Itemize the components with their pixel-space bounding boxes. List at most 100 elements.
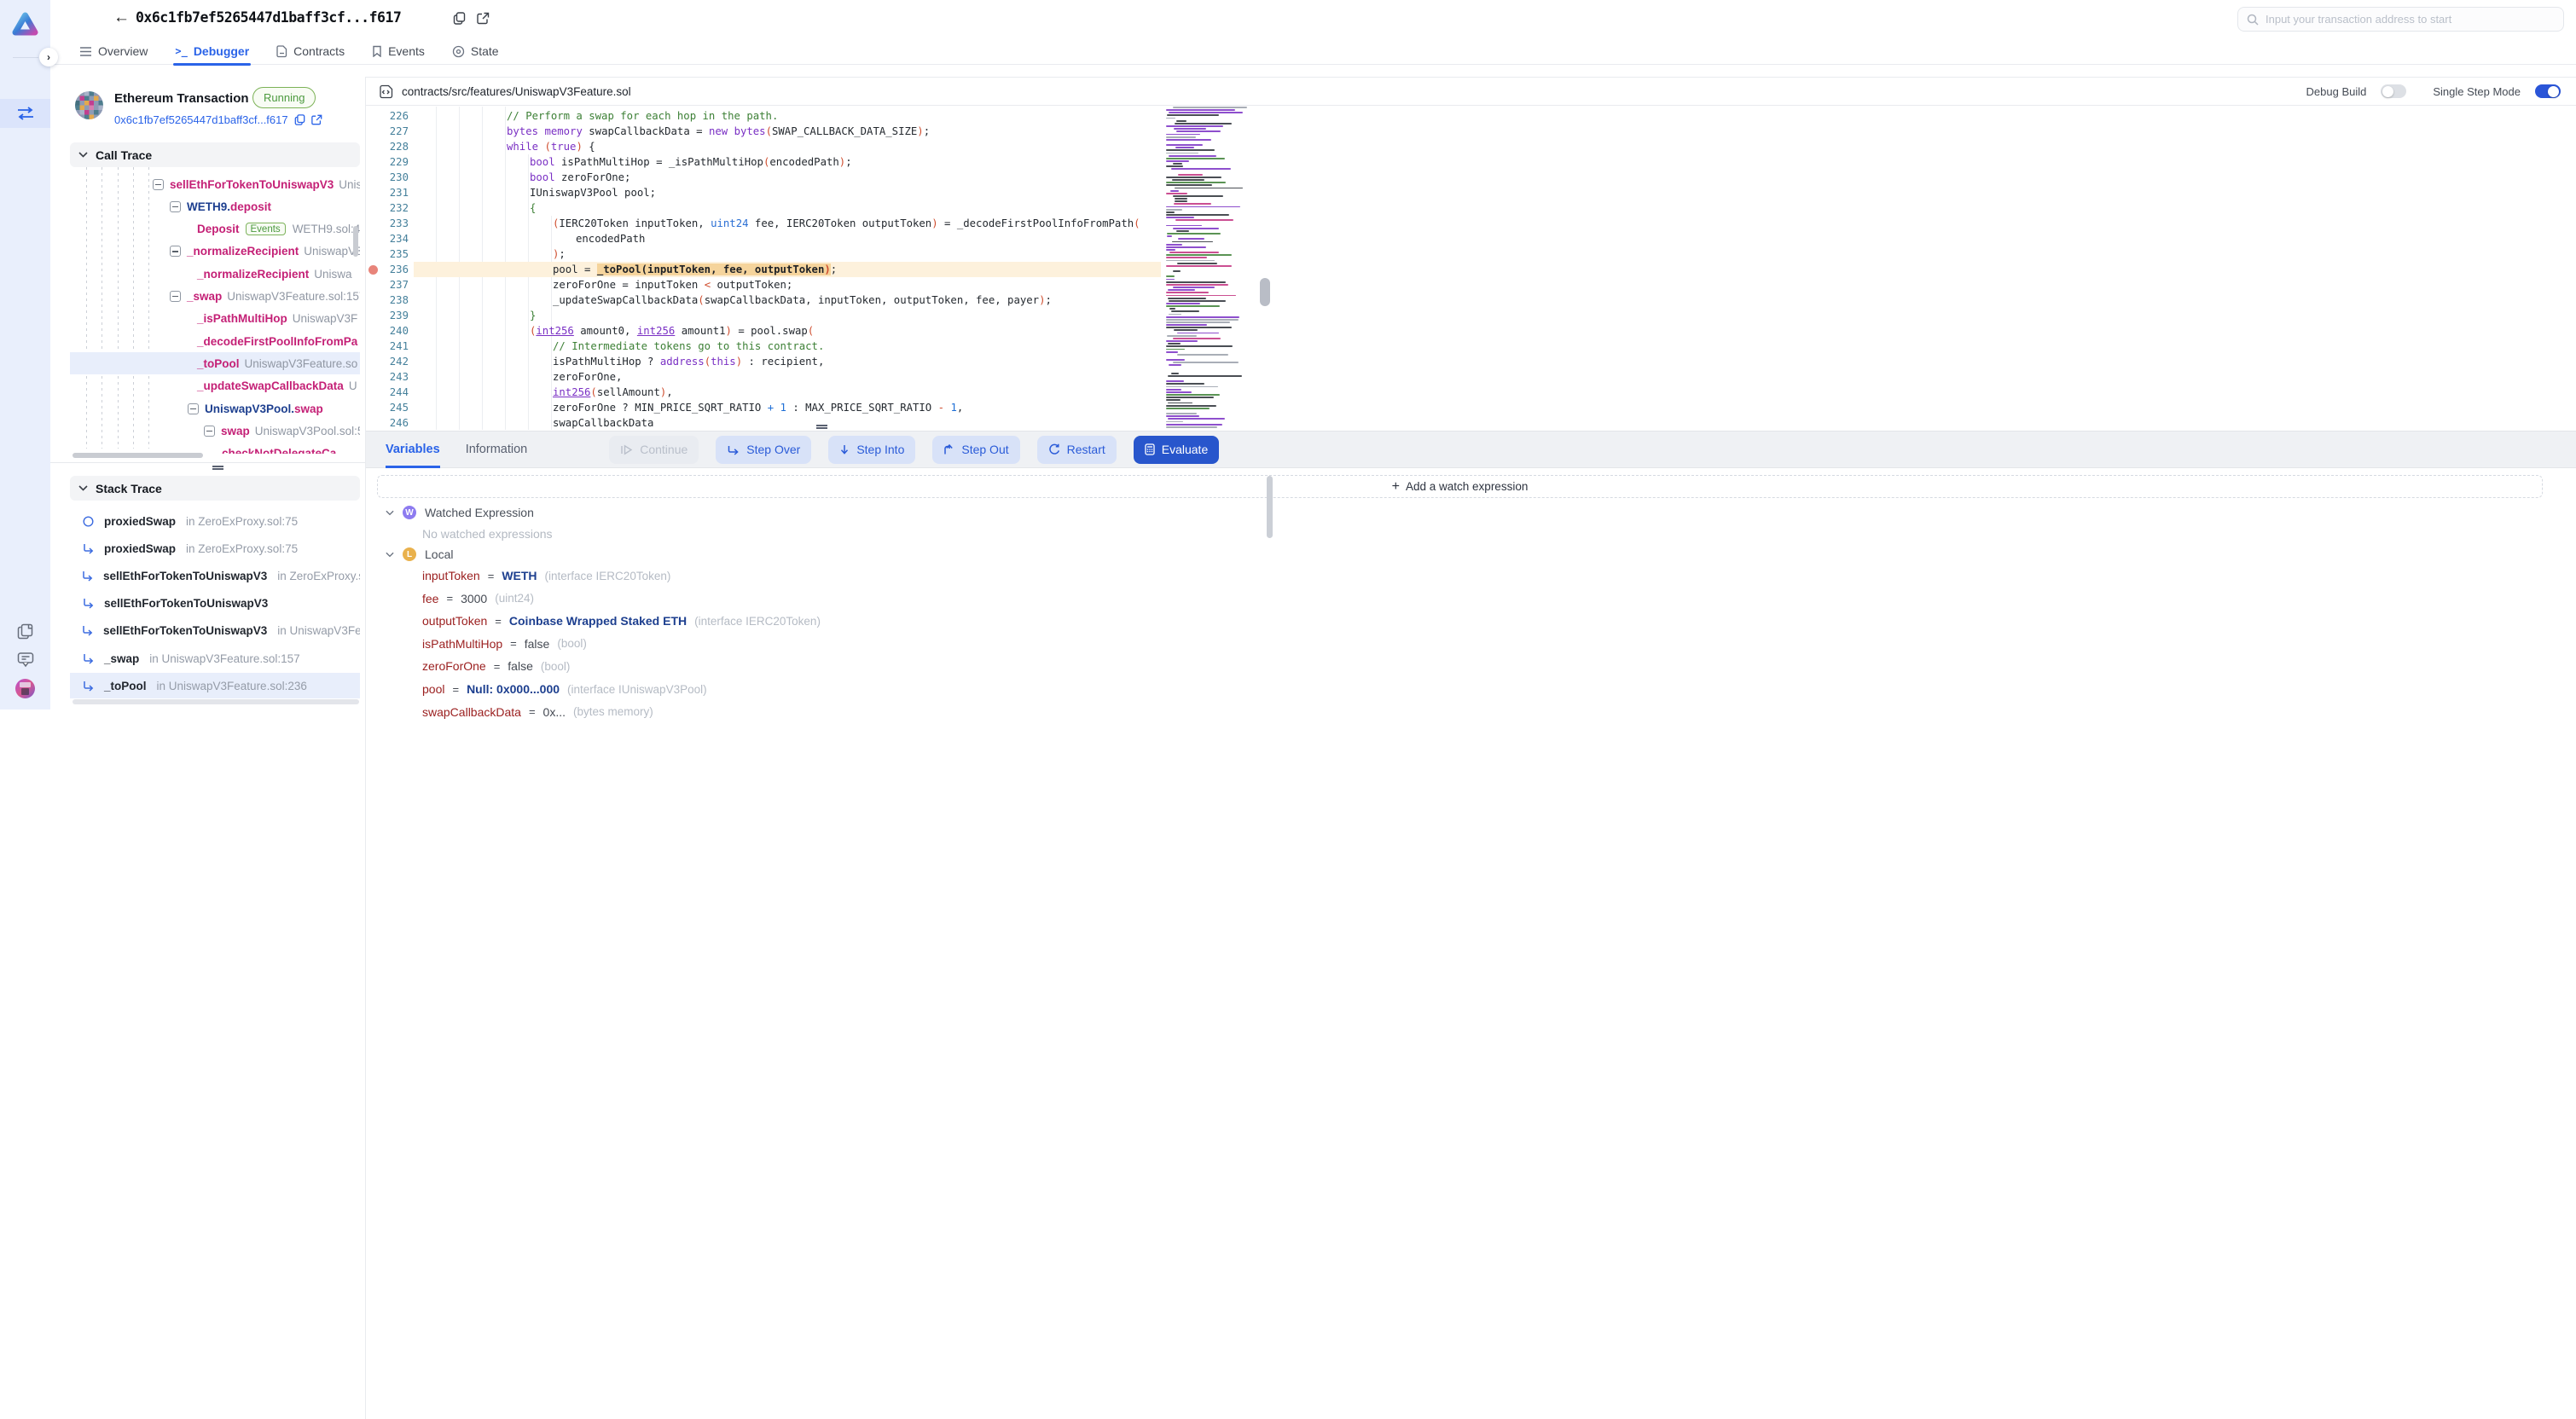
line-number[interactable]: 227 <box>366 124 409 139</box>
call-trace-row[interactable]: _normalizeRecipientUniswa <box>70 263 360 285</box>
copy-icon[interactable] <box>453 12 466 29</box>
search-input[interactable]: Input your transaction address to start <box>2237 7 2564 32</box>
call-trace-row[interactable]: WETH9.deposit <box>70 195 360 217</box>
resize-handle[interactable] <box>816 425 827 429</box>
line-number[interactable]: 230 <box>366 170 409 185</box>
collapse-icon[interactable] <box>188 403 199 414</box>
rail-item-transactions[interactable] <box>0 99 50 128</box>
variable-row[interactable]: isPathMultiHop=false(bool) <box>422 634 587 653</box>
line-number[interactable]: 235 <box>366 246 409 262</box>
call-trace-row[interactable]: checkNotDelegateCa <box>70 443 360 454</box>
tab-debugger[interactable]: >_Debugger <box>175 38 249 65</box>
call-trace-vscrollbar[interactable] <box>353 226 358 257</box>
code-line[interactable]: 244int256(sellAmount), <box>366 385 2576 400</box>
collapse-icon[interactable] <box>153 179 164 190</box>
line-number[interactable]: 245 <box>366 400 409 415</box>
collapse-icon[interactable] <box>170 201 181 212</box>
code-line[interactable]: 239} <box>366 308 2576 323</box>
code-line[interactable]: 235); <box>366 246 2576 262</box>
breakpoint-dot[interactable] <box>368 265 378 275</box>
stack-trace-row[interactable]: sellEthForTokenToUniswapV3in UniswapV3Fe… <box>70 618 360 644</box>
copy-icon[interactable] <box>294 114 305 125</box>
resize-handle[interactable] <box>212 466 223 470</box>
line-number[interactable]: 233 <box>366 216 409 231</box>
stack-trace-header[interactable]: Stack Trace <box>70 476 360 501</box>
call-trace-row[interactable]: swapUniswapV3Pool.sol:5 <box>70 420 360 442</box>
code-line[interactable]: 237zeroForOne = inputToken < outputToken… <box>366 277 2576 292</box>
collapse-icon[interactable] <box>204 426 215 437</box>
code-line[interactable]: 230bool zeroForOne; <box>366 170 2576 185</box>
call-trace-row[interactable]: _updateSwapCallbackDataU <box>70 375 360 397</box>
line-number[interactable]: 226 <box>366 108 409 124</box>
line-number[interactable]: 238 <box>366 292 409 308</box>
code-line[interactable]: 241// Intermediate tokens go to this con… <box>366 339 2576 354</box>
continue-button[interactable]: Continue <box>609 436 699 464</box>
line-number[interactable]: 228 <box>366 139 409 154</box>
stack-trace-row[interactable]: _toPoolin UniswapV3Feature.sol:236 <box>70 673 360 698</box>
line-number[interactable]: 242 <box>366 354 409 369</box>
step-out-button[interactable]: Step Out <box>932 436 1019 464</box>
code-line[interactable]: 243zeroForOne, <box>366 369 2576 385</box>
tab-overview[interactable]: Overview <box>79 38 148 65</box>
stack-trace-row[interactable]: proxiedSwapin ZeroExProxy.sol:75 <box>70 536 360 561</box>
user-avatar[interactable] <box>0 679 50 698</box>
line-number[interactable]: 241 <box>366 339 409 354</box>
code-line[interactable]: 242isPathMultiHop ? address(this) : reci… <box>366 354 2576 369</box>
code-line[interactable]: 233(IERC20Token inputToken, uint24 fee, … <box>366 216 2576 231</box>
code-line[interactable]: 227bytes memory swapCallbackData = new b… <box>366 124 2576 139</box>
code-line[interactable]: 232{ <box>366 200 2576 216</box>
tab-contracts[interactable]: Contracts <box>276 38 345 65</box>
single-step-toggle[interactable] <box>2535 84 2561 98</box>
variable-row[interactable]: swapCallbackData=0x...(bytes memory) <box>422 703 653 721</box>
line-number[interactable]: 246 <box>366 415 409 430</box>
back-button[interactable]: ← <box>113 9 130 27</box>
collapse-icon[interactable] <box>170 291 181 302</box>
code-line[interactable]: 228while (true) { <box>366 139 2576 154</box>
call-trace-header[interactable]: Call Trace <box>70 142 360 167</box>
add-watch-expression[interactable]: + Add a watch expression <box>377 475 2543 498</box>
line-number[interactable]: 243 <box>366 369 409 385</box>
variable-value[interactable]: Coinbase Wrapped Staked ETH <box>509 614 687 628</box>
transaction-address-link[interactable]: 0x6c1fb7ef5265447d1baff3cf...f617 <box>114 113 322 126</box>
section-local[interactable]: LLocal <box>386 545 453 564</box>
sidebar-expand-button[interactable]: › <box>39 48 58 67</box>
code-line[interactable]: 238_updateSwapCallbackData(swapCallbackD… <box>366 292 2576 308</box>
code-line[interactable]: 226// Perform a swap for each hop in the… <box>366 108 2576 124</box>
line-number[interactable]: 244 <box>366 385 409 400</box>
stack-trace-row[interactable]: proxiedSwapin ZeroExProxy.sol:75 <box>70 508 360 534</box>
code-vscrollbar[interactable] <box>1260 278 1270 306</box>
line-number[interactable]: 240 <box>366 323 409 339</box>
variables-vscrollbar[interactable] <box>1267 476 1273 538</box>
collapse-icon[interactable] <box>170 246 181 257</box>
code-line[interactable]: 246swapCallbackData <box>366 415 2576 430</box>
code-line[interactable]: 236pool = _toPool(inputToken, fee, outpu… <box>366 262 2576 277</box>
stack-trace-row[interactable]: sellEthForTokenToUniswapV3in ZeroExProxy… <box>70 563 360 588</box>
code-line[interactable]: 229bool isPathMultiHop = _isPathMultiHop… <box>366 154 2576 170</box>
line-number[interactable]: 232 <box>366 200 409 216</box>
stack-trace-scrollbar[interactable] <box>73 699 359 704</box>
tab-variables[interactable]: Variables <box>386 431 440 468</box>
code-line[interactable]: 240(int256 amount0, int256 amount1) = po… <box>366 323 2576 339</box>
call-trace-row[interactable]: _isPathMultiHopUniswapV3F <box>70 308 360 330</box>
stack-trace-row[interactable]: _swapin UniswapV3Feature.sol:157 <box>70 646 360 671</box>
variable-value[interactable]: WETH <box>502 569 537 582</box>
rail-docs-button[interactable] <box>0 623 50 640</box>
line-number[interactable]: 231 <box>366 185 409 200</box>
call-trace-row[interactable]: _toPoolUniswapV3Feature.so <box>70 352 360 374</box>
line-number[interactable]: 239 <box>366 308 409 323</box>
transaction-address[interactable]: 0x6c1fb7ef5265447d1baff3cf...f617 <box>114 113 288 126</box>
rail-feedback-button[interactable] <box>0 652 50 668</box>
external-link-icon[interactable] <box>311 114 322 125</box>
stack-trace-row[interactable]: sellEthForTokenToUniswapV3 <box>70 591 360 617</box>
call-trace-row[interactable]: _swapUniswapV3Feature.sol:157 <box>70 286 360 308</box>
tab-state[interactable]: State <box>452 38 499 65</box>
tab-events[interactable]: Events <box>372 38 425 65</box>
code-line[interactable]: 245zeroForOne ? MIN_PRICE_SQRT_RATIO + 1… <box>366 400 2576 415</box>
code-line[interactable]: 234encodedPath <box>366 231 2576 246</box>
code-minimap[interactable] <box>1164 107 1253 430</box>
variable-row[interactable]: zeroForOne=false(bool) <box>422 657 570 675</box>
tab-information[interactable]: Information <box>466 431 528 468</box>
variable-row[interactable]: fee=3000(uint24) <box>422 589 534 608</box>
line-number[interactable]: 229 <box>366 154 409 170</box>
call-trace-row[interactable]: UniswapV3Pool.swap <box>70 397 360 420</box>
